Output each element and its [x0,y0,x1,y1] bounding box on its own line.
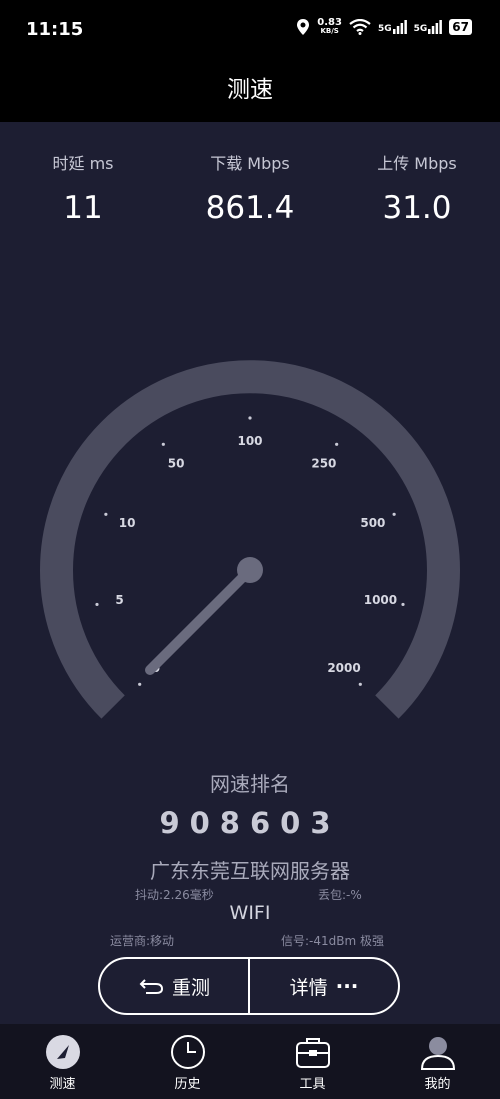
packet-loss-text: 丢包:-% [318,888,362,902]
status-time: 11:15 [26,19,84,40]
upload-label: 上传 Mbps [377,154,457,173]
carrier-text: 运营商:移动 [110,934,175,948]
nav-label-profile: 我的 [424,1077,451,1092]
upload-metric: 上传 Mbps 31.0 [334,150,500,226]
ranking-value: 908603 [159,806,341,840]
latency-metric: 时延 ms 11 [0,150,166,226]
network-type: WIFI [229,902,271,924]
nav-tab-profile[interactable]: 我的 [375,1024,500,1099]
page-title: 测速 [0,62,500,122]
gauge-arc [40,360,460,719]
gauge-tick-dot [335,442,339,446]
gauge-tick-label: 50 [168,456,185,470]
nav-label-tools: 工具 [299,1077,326,1092]
cellular-signal-1: 5G [378,20,407,34]
nav-tab-tools[interactable]: 工具 [250,1024,375,1099]
cellular-5g-label-1: 5G [377,24,392,34]
latency-value: 11 [63,190,103,226]
gauge-tick-dot [95,602,99,607]
gauge-tick-dot [161,442,165,446]
gauge-tick-label: 10 [119,516,136,530]
gauge-tick-label: 5 [115,593,123,607]
details-button[interactable]: 详情 ··· [250,959,398,1013]
gauge-tick-dot [138,682,142,686]
details-label: 详情 [289,976,328,999]
cellular-5g-label-2: 5G [413,24,428,34]
gauge-tick-label: 1000 [364,593,397,607]
undo-icon [139,979,163,994]
nav-tab-history[interactable]: 历史 [125,1024,250,1099]
action-button-group: 重测 详情 ··· [98,957,400,1015]
wifi-icon [349,19,371,35]
cellular-signal-2: 5G [414,20,443,34]
latency-label: 时延 ms [52,154,114,173]
battery-icon: 67 [449,19,472,35]
nav-tab-speedtest[interactable]: 测速 [0,1024,125,1099]
speedometer-icon [45,1035,80,1069]
gauge-tick-label: 100 [237,434,262,448]
user-icon [420,1037,455,1070]
ranking-title: 网速排名 [210,772,290,796]
speed-gauge: 05105010025050010002000 [40,360,460,719]
upload-value: 31.0 [382,190,452,226]
network-speed: 0.83 KB/S [317,18,342,36]
gauge-tick-dot [358,682,362,686]
gauge-tick-dot [248,416,252,420]
gauge-needle [145,565,255,675]
download-value: 861.4 [205,190,295,226]
status-bar: 11:15 0.83 KB/S 5G 5G 67 [0,0,500,62]
gauge-tick-label: 500 [360,516,385,530]
jitter-text: 抖动:2.26毫秒 [135,888,214,902]
retest-label: 重测 [171,976,210,999]
retest-button[interactable]: 重测 [100,959,248,1013]
signal-bars-icon [392,20,407,34]
location-icon [297,19,310,35]
bottom-nav: 测速 历史 工具 我的 [0,1024,500,1099]
download-label: 下载 Mbps [210,154,290,173]
signal-bars-icon [428,20,443,34]
nav-label-speedtest: 测速 [49,1077,76,1092]
gauge-tick-dot [104,512,108,516]
toolbox-icon [295,1038,330,1068]
clock-icon [170,1035,205,1069]
network-speed-unit: KB/S [320,27,339,35]
nav-label-history: 历史 [174,1077,201,1092]
status-icons: 0.83 KB/S 5G 5G 67 [296,18,472,36]
more-dots-icon: ··· [335,974,359,998]
gauge-tick-dot [401,602,405,607]
gauge-tick-dot [392,512,396,516]
gauge-tick-label: 2000 [327,661,360,675]
download-metric: 下载 Mbps 861.4 [167,150,333,226]
signal-text: 信号:-41dBm 极强 [281,934,384,948]
server-name: 广东东莞互联网服务器 [150,859,350,883]
gauge-needle-head [237,557,263,583]
gauge-tick-label: 250 [311,456,336,470]
